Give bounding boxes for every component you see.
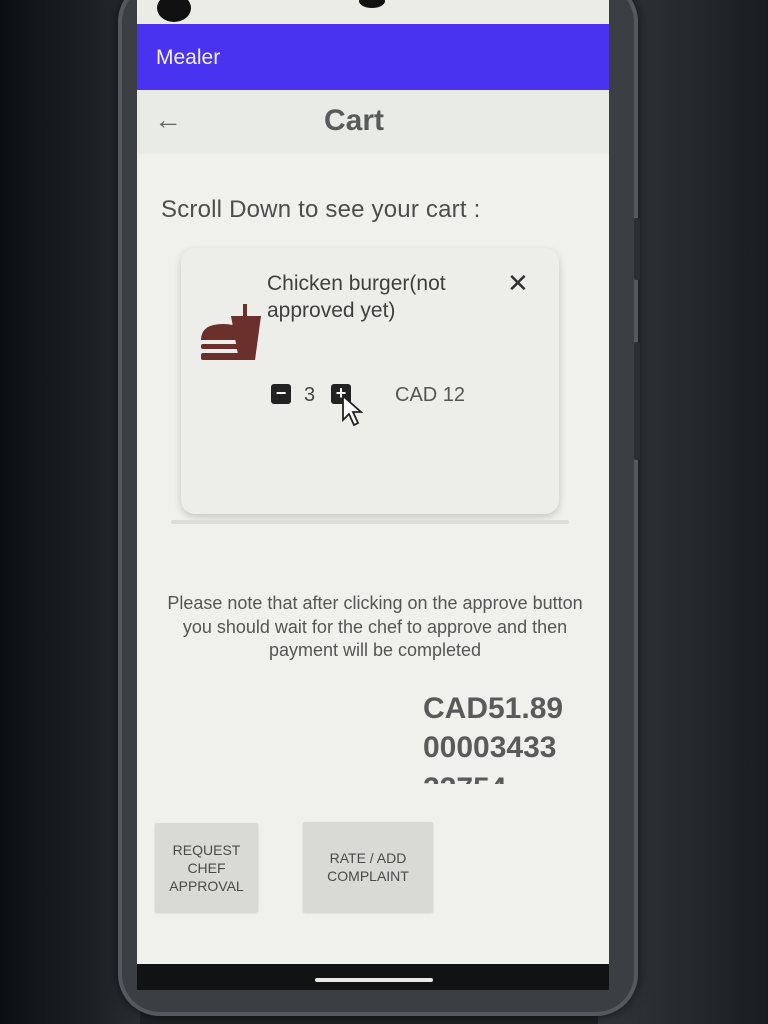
rate-add-complaint-button[interactable]: RATE / ADD COMPLAINT (303, 822, 433, 912)
power-button (634, 342, 640, 460)
home-indicator[interactable] (315, 978, 433, 982)
item-name: Chicken burger(not approved yet) (267, 272, 446, 322)
order-id-clip: 22754 (423, 770, 603, 784)
cart-header: ← Cart (137, 90, 609, 154)
page-title: Cart (324, 104, 385, 137)
camera-cutout (157, 0, 191, 22)
cart-item-card: Chicken burger(not approved yet) ✕ − 3 +… (181, 248, 559, 514)
request-chef-approval-button[interactable]: REQUEST CHEF APPROVAL (155, 823, 258, 912)
item-price: CAD 12 (395, 384, 466, 406)
scroll-hint: Scroll Down to see your cart : (161, 196, 481, 223)
quantity-value: 3 (304, 384, 316, 406)
navigation-bar (137, 964, 609, 990)
cart-total: CAD51.89 (423, 692, 564, 725)
arrow-back-icon[interactable]: ← (154, 104, 182, 136)
volume-button (634, 218, 640, 280)
card-divider (171, 520, 569, 524)
mouse-cursor-icon (342, 394, 364, 427)
order-id-line-1: 00003433 (423, 731, 557, 764)
app-title: Mealer (156, 46, 221, 69)
order-id-line-2: 22754 (423, 770, 506, 784)
app-bar: Mealer (137, 24, 609, 90)
sensor-cutout (359, 0, 385, 8)
decrease-quantity-button[interactable]: − (271, 384, 291, 404)
burger-drink-icon (201, 304, 261, 360)
status-bar (137, 0, 609, 24)
approval-note: Please note that after clicking on the a… (167, 593, 583, 660)
close-icon[interactable]: ✕ (507, 268, 529, 299)
phone-screen: Mealer ← Cart Scroll Down to see your ca… (137, 0, 609, 990)
